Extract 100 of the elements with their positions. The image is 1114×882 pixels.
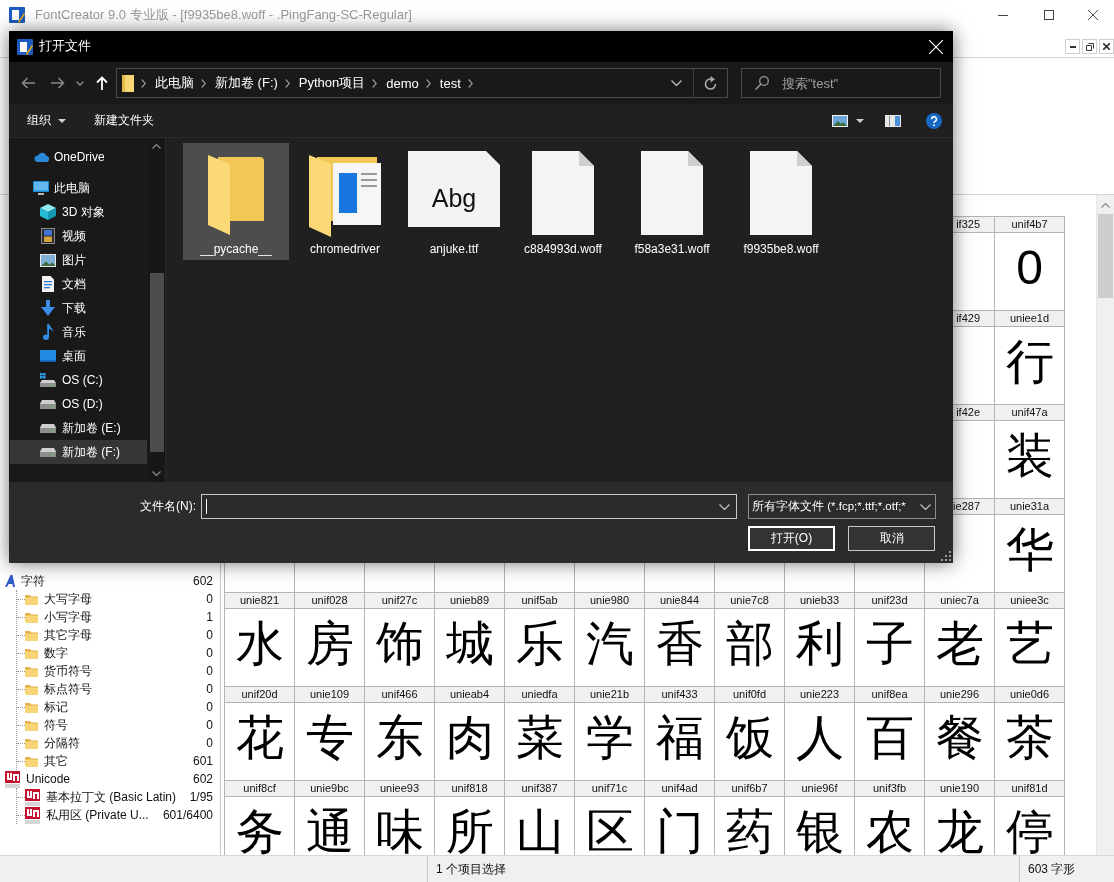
nav-item[interactable]: 3D 对象: [10, 200, 147, 224]
scrollbar-thumb[interactable]: [149, 273, 164, 452]
glyph-preview[interactable]: 茶: [995, 703, 1065, 781]
glyph-preview[interactable]: 饭: [715, 703, 785, 781]
glyph-preview[interactable]: 汽: [575, 609, 645, 687]
glyph-preview[interactable]: 利: [785, 609, 855, 687]
tree-item[interactable]: 符号: [25, 716, 207, 734]
file-item[interactable]: __pycache__: [183, 143, 289, 260]
tree-item[interactable]: 分隔符: [25, 734, 207, 752]
glyph-preview[interactable]: 老: [925, 609, 995, 687]
breadcrumb-link[interactable]: 新加卷 (F:): [215, 74, 278, 92]
drive-icon: [40, 423, 56, 433]
glyph-preview[interactable]: 人: [785, 703, 855, 781]
nav-item[interactable]: 新加卷 (E:): [10, 416, 147, 440]
tree-item[interactable]: 其它字母: [25, 626, 207, 644]
file-item[interactable]: Abg anjuke.ttf: [401, 143, 507, 260]
picture-icon: [832, 114, 848, 127]
desktop-icon: [40, 350, 56, 362]
glyph-preview[interactable]: 香: [645, 609, 715, 687]
glyph-name: unie844: [645, 593, 715, 609]
nav-item[interactable]: 文档: [10, 272, 147, 296]
glyph-preview[interactable]: 房: [295, 609, 365, 687]
glyph-preview[interactable]: 艺: [995, 609, 1065, 687]
nav-item[interactable]: 视频: [10, 224, 147, 248]
glyph-preview[interactable]: 装: [995, 421, 1065, 499]
address-bar[interactable]: 此电脑 新加卷 (F:) Python项目 demo test: [116, 68, 728, 98]
forward-arrow-icon: [51, 77, 65, 89]
file-item[interactable]: f9935be8.woff: [728, 143, 834, 260]
open-button[interactable]: 打开(O): [748, 526, 835, 551]
glyph-preview[interactable]: 乐: [505, 609, 575, 687]
tree-item[interactable]: 其它: [25, 752, 193, 770]
glyph-preview[interactable]: 行: [995, 327, 1065, 405]
breadcrumb-link[interactable]: test: [439, 75, 461, 91]
glyph-preview[interactable]: 百: [855, 703, 925, 781]
vertical-scrollbar[interactable]: [1096, 195, 1114, 855]
glyph-name: uniec7a: [925, 593, 995, 609]
glyph-preview[interactable]: 东: [365, 703, 435, 781]
chevron-right-icon: [425, 78, 431, 88]
minimize-icon: [1069, 45, 1076, 48]
tree-item[interactable]: 基本拉丁文 (Basic Latin): [25, 788, 190, 806]
file-item[interactable]: chromedriver: [292, 143, 398, 260]
glyph-preview[interactable]: 菜: [505, 703, 575, 781]
scrollbar-thumb[interactable]: [1098, 214, 1113, 298]
nav-item[interactable]: 新加卷 (F:): [10, 440, 147, 464]
breadcrumb-link[interactable]: demo: [386, 75, 419, 91]
tree-item[interactable]: 货币符号: [25, 662, 207, 680]
cancel-button[interactable]: 取消: [848, 526, 935, 551]
folder-icon: [25, 647, 38, 659]
item-count: 0: [206, 664, 213, 678]
minimize-icon: [998, 14, 1008, 16]
tree-item[interactable]: 小写字母: [25, 608, 207, 626]
search-field[interactable]: 搜索"test": [741, 68, 941, 98]
glyph-name: unif81d: [995, 781, 1065, 797]
new-folder-button[interactable]: 新建文件夹: [85, 107, 163, 134]
glyph-preview[interactable]: 肉: [435, 703, 505, 781]
glyph-preview[interactable]: 水: [225, 609, 295, 687]
nav-item[interactable]: 图片: [10, 248, 147, 272]
glyph-preview[interactable]: 专: [295, 703, 365, 781]
folder-icon: [25, 737, 38, 749]
glyph-preview[interactable]: 子: [855, 609, 925, 687]
tree-item[interactable]: 标点符号: [25, 680, 207, 698]
glyph-preview[interactable]: 饰: [365, 609, 435, 687]
tree-item[interactable]: Unicode: [5, 770, 193, 788]
document-minimize-button[interactable]: [1065, 39, 1080, 54]
tree-item[interactable]: 私用区 (Private U...: [25, 806, 163, 824]
nav-item[interactable]: 桌面: [10, 344, 147, 368]
help-button[interactable]: [926, 110, 942, 131]
file-type-dropdown[interactable]: 所有字体文件 (*.fcp;*.ttf;*.otf;*: [748, 494, 936, 519]
breadcrumb-link[interactable]: 此电脑: [155, 74, 194, 92]
document-restore-button[interactable]: [1082, 39, 1097, 54]
file-item[interactable]: f58a3e31.woff: [619, 143, 725, 260]
tree-item[interactable]: 数字: [25, 644, 207, 662]
nav-item[interactable]: OneDrive: [10, 145, 147, 169]
organize-button[interactable]: 组织: [18, 107, 75, 134]
glyph-preview[interactable]: 0: [995, 233, 1065, 311]
document-close-button[interactable]: [1099, 39, 1114, 54]
glyph-name: unif4b7: [995, 217, 1065, 233]
nav-item[interactable]: OS (C:): [10, 368, 147, 392]
tree-item[interactable]: 字符: [5, 572, 193, 590]
glyph-preview[interactable]: 城: [435, 609, 505, 687]
folder-icon: [25, 611, 38, 623]
filename-field[interactable]: [201, 494, 737, 519]
glyph-preview[interactable]: 华: [995, 515, 1065, 593]
tree-item[interactable]: 标记: [25, 698, 207, 716]
folder-icon: [25, 629, 38, 641]
glyph-preview[interactable]: 餐: [925, 703, 995, 781]
glyph-preview[interactable]: 福: [645, 703, 715, 781]
nav-item[interactable]: 此电脑: [10, 176, 147, 200]
folder-icon: [208, 155, 264, 235]
glyph-name: unif47a: [995, 405, 1065, 421]
breadcrumb-link[interactable]: Python项目: [298, 74, 366, 92]
nav-item[interactable]: OS (D:): [10, 392, 147, 416]
nav-item[interactable]: 下载: [10, 296, 147, 320]
glyph-preview[interactable]: 花: [225, 703, 295, 781]
glyph-preview[interactable]: 学: [575, 703, 645, 781]
glyph-name: unie21b: [575, 687, 645, 703]
file-item[interactable]: c884993d.woff: [510, 143, 616, 260]
tree-item[interactable]: 大写字母: [25, 590, 207, 608]
nav-item[interactable]: 音乐: [10, 320, 147, 344]
glyph-preview[interactable]: 部: [715, 609, 785, 687]
